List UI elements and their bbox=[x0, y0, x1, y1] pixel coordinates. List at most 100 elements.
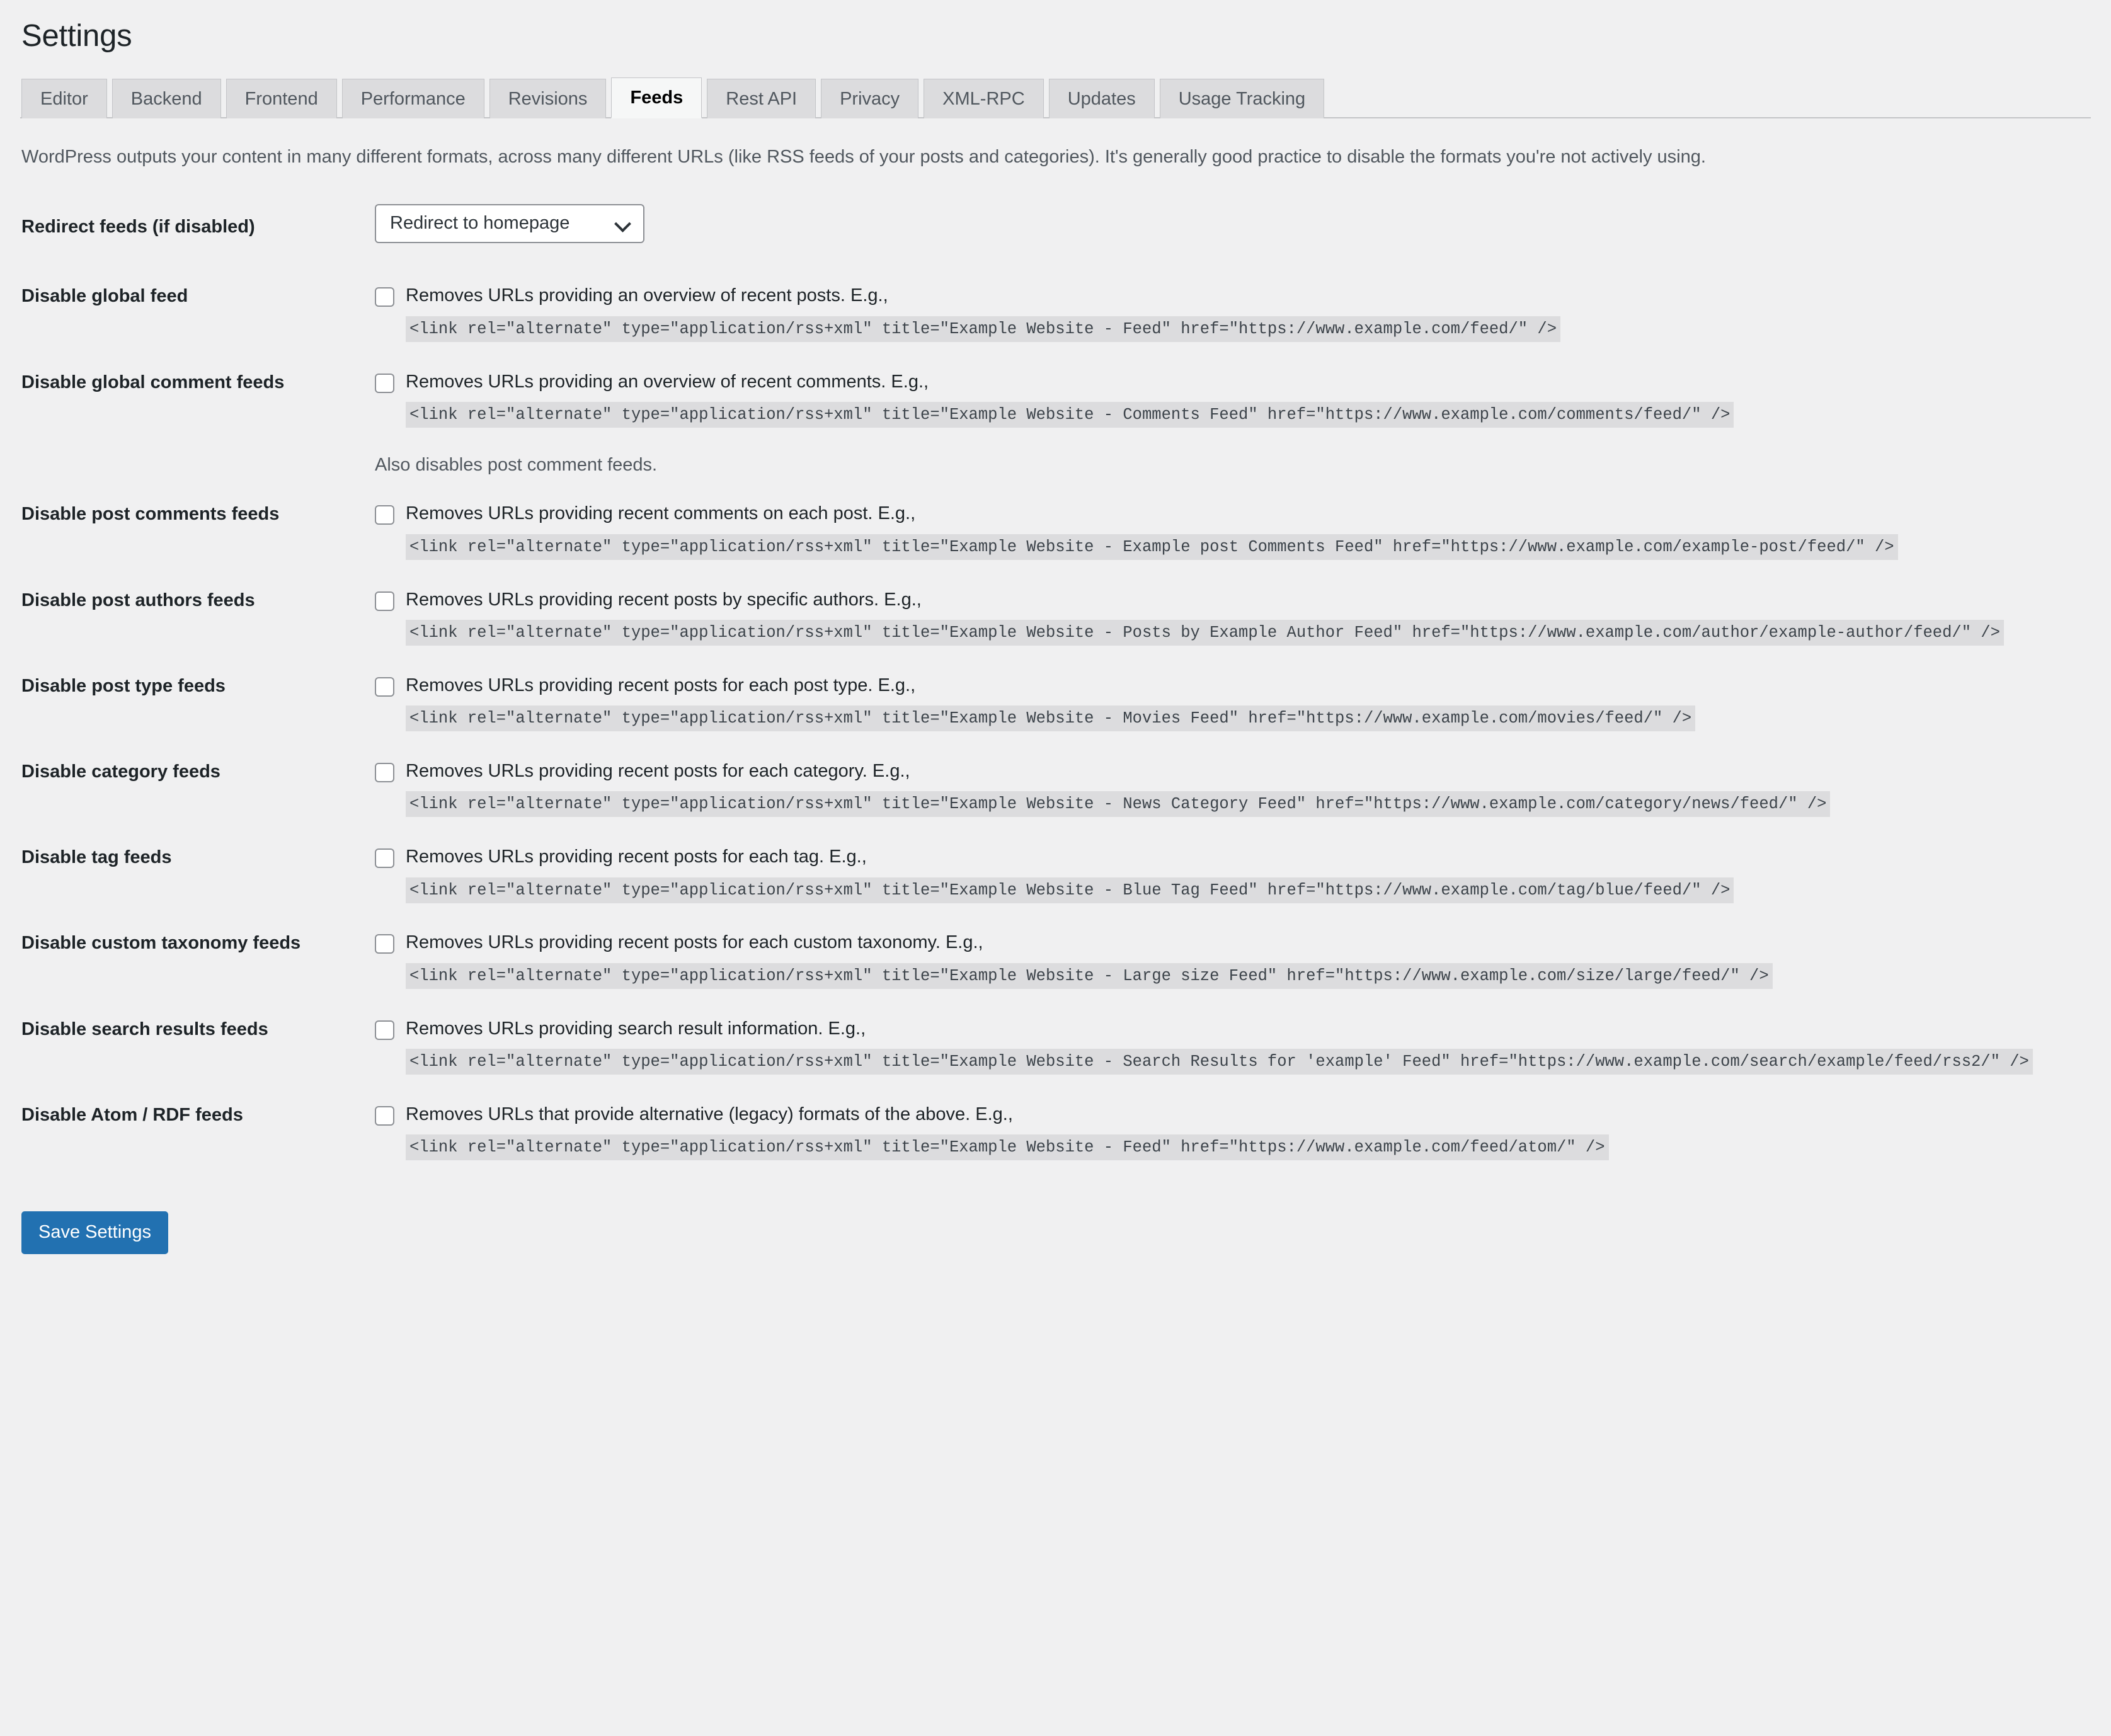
disable-post-authors-feeds-checkbox-line: Removes URLs providing recent posts by s… bbox=[375, 588, 2068, 612]
disable-global-feed-description: Removes URLs providing an overview of re… bbox=[406, 285, 888, 306]
settings-page: Settings Editor Backend Frontend Performanc… bbox=[0, 0, 2111, 1736]
disable-tag-feeds-checkbox-line: Removes URLs providing recent posts for … bbox=[375, 845, 2068, 869]
disable-post-comments-feeds-checkbox-line: Removes URLs providing recent comments o… bbox=[375, 501, 2068, 526]
disable-post-type-feeds-description: Removes URLs providing recent posts for … bbox=[406, 675, 916, 695]
disable-search-results-feeds-field: Removes URLs providing search result inf… bbox=[375, 1017, 2091, 1078]
settings-tab-bar: Editor Backend Frontend Performance Revision… bbox=[20, 77, 2091, 119]
disable-atom-rdf-feeds-field: Removes URLs that provide alternative (l… bbox=[375, 1102, 2091, 1164]
disable-category-feeds-description: Removes URLs providing recent posts for … bbox=[406, 760, 910, 781]
row-disable-global-comment-feeds: Disable global comment feeds Removes URLs… bbox=[20, 370, 2091, 478]
disable-global-comment-feeds-checkbox-line: Removes URLs providing an overview of re… bbox=[375, 370, 2068, 394]
disable-custom-taxonomy-feeds-description: Removes URLs providing recent posts for … bbox=[406, 932, 983, 953]
disable-post-authors-feeds-code-example-wrap: <link rel="alternate" type="application/… bbox=[375, 617, 2068, 649]
disable-post-authors-feeds-checkbox[interactable] bbox=[375, 591, 394, 611]
row-disable-atom-rdf-feeds: Disable Atom / RDF feeds Removes URLs tha… bbox=[20, 1102, 2091, 1164]
row-disable-post-authors-feeds: Disable post authors feeds Removes URLs p… bbox=[20, 588, 2091, 649]
disable-atom-rdf-feeds-checkbox-line: Removes URLs that provide alternative (l… bbox=[375, 1102, 2068, 1127]
disable-custom-taxonomy-feeds-checkbox-line: Removes URLs providing recent posts for … bbox=[375, 930, 2068, 955]
disable-post-type-feeds-label: Disable post type feeds bbox=[21, 675, 226, 696]
disable-global-feed-code-example: <link rel="alternate" type="application/… bbox=[406, 316, 1560, 342]
settings-form: Redirect feeds (if disabled) Redirect to… bbox=[20, 203, 2091, 1254]
disable-category-feeds-checkbox[interactable] bbox=[375, 762, 394, 782]
tab-backend[interactable]: Backend bbox=[112, 79, 221, 119]
disable-global-comment-feeds-checkbox[interactable] bbox=[375, 373, 394, 393]
tab-feeds[interactable]: Feeds bbox=[611, 77, 702, 119]
tab-performance[interactable]: Performance bbox=[341, 79, 484, 119]
row-redirect-feeds: Redirect feeds (if disabled) Redirect to… bbox=[20, 203, 2091, 244]
disable-global-feed-code-example-wrap: <link rel="alternate" type="application/… bbox=[375, 313, 2068, 346]
row-disable-global-feed: Disable global feed Removes URLs providin… bbox=[20, 283, 2091, 345]
disable-global-feed-label: Disable global feed bbox=[21, 286, 188, 307]
disable-atom-rdf-feeds-description: Removes URLs that provide alternative (l… bbox=[406, 1104, 1013, 1124]
row-disable-post-comments-feeds: Disable post comments feeds Removes URLs … bbox=[20, 501, 2091, 563]
tab-usage-tracking[interactable]: Usage Tracking bbox=[1159, 79, 1325, 119]
disable-global-comment-feeds-code-example-wrap: <link rel="alternate" type="application/… bbox=[375, 399, 2068, 431]
disable-category-feeds-label: Disable category feeds bbox=[21, 761, 220, 782]
row-disable-post-type-feeds: Disable post type feeds Removes URLs prov… bbox=[20, 673, 2091, 735]
disable-post-type-feeds-checkbox[interactable] bbox=[375, 677, 394, 697]
disable-category-feeds-code-example: <link rel="alternate" type="application/… bbox=[406, 791, 1831, 818]
disable-post-type-feeds-code-example: <link rel="alternate" type="application/… bbox=[406, 705, 1696, 732]
disable-atom-rdf-feeds-code-example-wrap: <link rel="alternate" type="application/… bbox=[375, 1131, 2068, 1164]
disable-post-type-feeds-field: Removes URLs providing recent posts for … bbox=[375, 673, 2091, 735]
disable-global-comment-feeds-label: Disable global comment feeds bbox=[21, 372, 285, 392]
redirect-feeds-select[interactable]: Redirect to homepage bbox=[375, 203, 644, 244]
disable-search-results-feeds-code-example-wrap: <link rel="alternate" type="application/… bbox=[375, 1046, 2068, 1078]
form-actions: Save Settings bbox=[20, 1211, 2091, 1254]
disable-global-comment-feeds-description: Removes URLs providing an overview of re… bbox=[406, 371, 929, 392]
save-settings-button[interactable]: Save Settings bbox=[21, 1211, 168, 1254]
disable-search-results-feeds-description: Removes URLs providing search result inf… bbox=[406, 1018, 866, 1039]
row-disable-search-results-feeds: Disable search results feeds Removes URLs… bbox=[20, 1017, 2091, 1078]
disable-custom-taxonomy-feeds-field: Removes URLs providing recent posts for … bbox=[375, 930, 2091, 992]
disable-custom-taxonomy-feeds-code-example-wrap: <link rel="alternate" type="application/… bbox=[375, 960, 2068, 993]
disable-post-authors-feeds-code-example: <link rel="alternate" type="application/… bbox=[406, 620, 2004, 646]
page-title: Settings bbox=[21, 19, 132, 53]
disable-post-comments-feeds-label: Disable post comments feeds bbox=[21, 504, 280, 525]
disable-post-authors-feeds-field: Removes URLs providing recent posts by s… bbox=[375, 588, 2091, 649]
disable-search-results-feeds-checkbox-line: Removes URLs providing search result inf… bbox=[375, 1017, 2068, 1041]
disable-post-authors-feeds-label: Disable post authors feeds bbox=[21, 590, 255, 610]
disable-global-feed-field: Removes URLs providing an overview of re… bbox=[375, 283, 2091, 345]
disable-post-authors-feeds-description: Removes URLs providing recent posts by s… bbox=[406, 589, 922, 610]
disable-custom-taxonomy-feeds-code-example: <link rel="alternate" type="application/… bbox=[406, 962, 1773, 989]
disable-tag-feeds-description: Removes URLs providing recent posts for … bbox=[406, 847, 867, 867]
disable-atom-rdf-feeds-label: Disable Atom / RDF feeds bbox=[21, 1104, 243, 1125]
tab-privacy[interactable]: Privacy bbox=[821, 79, 919, 119]
disable-post-comments-feeds-code-example: <link rel="alternate" type="application/… bbox=[406, 534, 1898, 560]
disable-atom-rdf-feeds-checkbox[interactable] bbox=[375, 1105, 394, 1126]
tab-rest-api[interactable]: Rest API bbox=[707, 79, 816, 119]
redirect-feeds-label: Redirect feeds (if disabled) bbox=[21, 216, 255, 237]
disable-tag-feeds-field: Removes URLs providing recent posts for … bbox=[375, 845, 2091, 906]
disable-post-comments-feeds-description: Removes URLs providing recent comments o… bbox=[406, 503, 916, 524]
tab-frontend[interactable]: Frontend bbox=[226, 79, 337, 119]
tab-updates[interactable]: Updates bbox=[1048, 79, 1155, 119]
disable-search-results-feeds-label: Disable search results feeds bbox=[21, 1019, 268, 1039]
tab-xml-rpc[interactable]: XML-RPC bbox=[924, 79, 1044, 119]
disable-post-type-feeds-checkbox-line: Removes URLs providing recent posts for … bbox=[375, 673, 2068, 698]
disable-custom-taxonomy-feeds-checkbox[interactable] bbox=[375, 934, 394, 954]
disable-tag-feeds-checkbox[interactable] bbox=[375, 848, 394, 869]
disable-global-comment-feeds-field: Removes URLs providing an overview of re… bbox=[375, 370, 2091, 478]
disable-custom-taxonomy-feeds-label: Disable custom taxonomy feeds bbox=[21, 933, 301, 954]
redirect-feeds-field: Redirect to homepage bbox=[375, 203, 2091, 244]
disable-search-results-feeds-code-example: <link rel="alternate" type="application/… bbox=[406, 1048, 2033, 1075]
disable-tag-feeds-label: Disable tag feeds bbox=[21, 847, 172, 868]
disable-global-comment-feeds-note: Also disables post comment feeds. bbox=[375, 454, 658, 475]
disable-search-results-feeds-checkbox[interactable] bbox=[375, 1020, 394, 1040]
disable-global-comment-feeds-code-example: <link rel="alternate" type="application/… bbox=[406, 402, 1734, 428]
intro-description: WordPress outputs your content in many d… bbox=[21, 147, 1706, 168]
disable-category-feeds-checkbox-line: Removes URLs providing recent posts for … bbox=[375, 759, 2068, 784]
disable-category-feeds-code-example-wrap: <link rel="alternate" type="application/… bbox=[375, 788, 2068, 821]
disable-post-comments-feeds-code-example-wrap: <link rel="alternate" type="application/… bbox=[375, 531, 2068, 564]
disable-post-comments-feeds-field: Removes URLs providing recent comments o… bbox=[375, 501, 2091, 563]
disable-global-feed-checkbox-line: Removes URLs providing an overview of re… bbox=[375, 283, 2068, 308]
disable-atom-rdf-feeds-code-example: <link rel="alternate" type="application/… bbox=[406, 1134, 1609, 1161]
chevron-down-icon bbox=[615, 217, 629, 231]
disable-post-comments-feeds-checkbox[interactable] bbox=[375, 505, 394, 525]
disable-global-feed-checkbox[interactable] bbox=[375, 287, 394, 307]
tab-revisions[interactable]: Revisions bbox=[489, 79, 607, 119]
disable-tag-feeds-code-example-wrap: <link rel="alternate" type="application/… bbox=[375, 874, 2068, 907]
disable-category-feeds-field: Removes URLs providing recent posts for … bbox=[375, 759, 2091, 821]
tab-editor[interactable]: Editor bbox=[21, 79, 107, 119]
row-disable-tag-feeds: Disable tag feeds Removes URLs providing … bbox=[20, 845, 2091, 906]
